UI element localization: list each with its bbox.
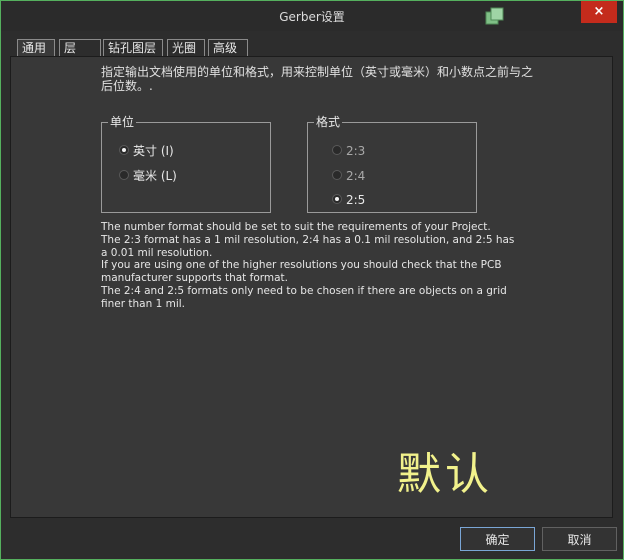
inches-label: 英寸 (I)	[133, 144, 174, 158]
window-title: Gerber设置	[279, 10, 345, 24]
info-line: If you are using one of the higher resol…	[101, 259, 502, 285]
close-button[interactable]: ×	[581, 1, 617, 23]
tab-drill-drawing[interactable]: 钻孔图层	[103, 39, 163, 56]
radio-2-5[interactable]	[332, 194, 342, 204]
radio-2-4[interactable]	[332, 170, 342, 180]
format-2-5-label: 2:5	[346, 193, 366, 207]
millimeters-label: 毫米 (L)	[133, 169, 177, 183]
title-bar[interactable]: Gerber设置 ×	[1, 1, 623, 31]
gerber-settings-dialog: Gerber设置 × 通用 层 钻孔图层 光圈 高级 指定输出文档使用的单位和格…	[0, 0, 624, 560]
general-tab-panel: 指定输出文档使用的单位和格式，用来控制单位（英寸或毫米）和小数点之前与之后位数。…	[10, 56, 613, 518]
tab-layers[interactable]: 层	[59, 39, 101, 56]
units-group-label: 单位	[110, 115, 135, 129]
tab-apertures[interactable]: 光圈	[167, 39, 205, 56]
format-2-3-label: 2:3	[346, 144, 366, 158]
info-line: The number format should be set to suit …	[101, 221, 491, 233]
tab-advanced[interactable]: 高级	[208, 39, 248, 56]
units-group: 单位 英寸 (I) 毫米 (L)	[101, 116, 271, 213]
radio-inches[interactable]	[119, 145, 129, 155]
radio-2-3[interactable]	[332, 145, 342, 155]
ok-button[interactable]: 确定	[460, 527, 535, 551]
format-group-label: 格式	[316, 115, 341, 129]
format-group: 格式 2:3 2:4 2:5	[307, 116, 477, 213]
info-line: The 2:4 and 2:5 formats only need to be …	[101, 284, 507, 310]
cancel-button[interactable]: 取消	[542, 527, 617, 551]
radio-millimeters[interactable]	[119, 170, 129, 180]
description-text: 指定输出文档使用的单位和格式，用来控制单位（英寸或毫米）和小数点之前与之后位数。…	[101, 65, 534, 93]
info-line: The 2:3 format has a 1 mil resolution, 2…	[101, 233, 515, 259]
tab-general[interactable]: 通用	[17, 39, 55, 57]
info-text: The number format should be set to suit …	[101, 221, 521, 311]
app-icon	[485, 7, 504, 25]
format-2-4-label: 2:4	[346, 169, 366, 183]
default-button[interactable]: 默认	[397, 450, 493, 500]
